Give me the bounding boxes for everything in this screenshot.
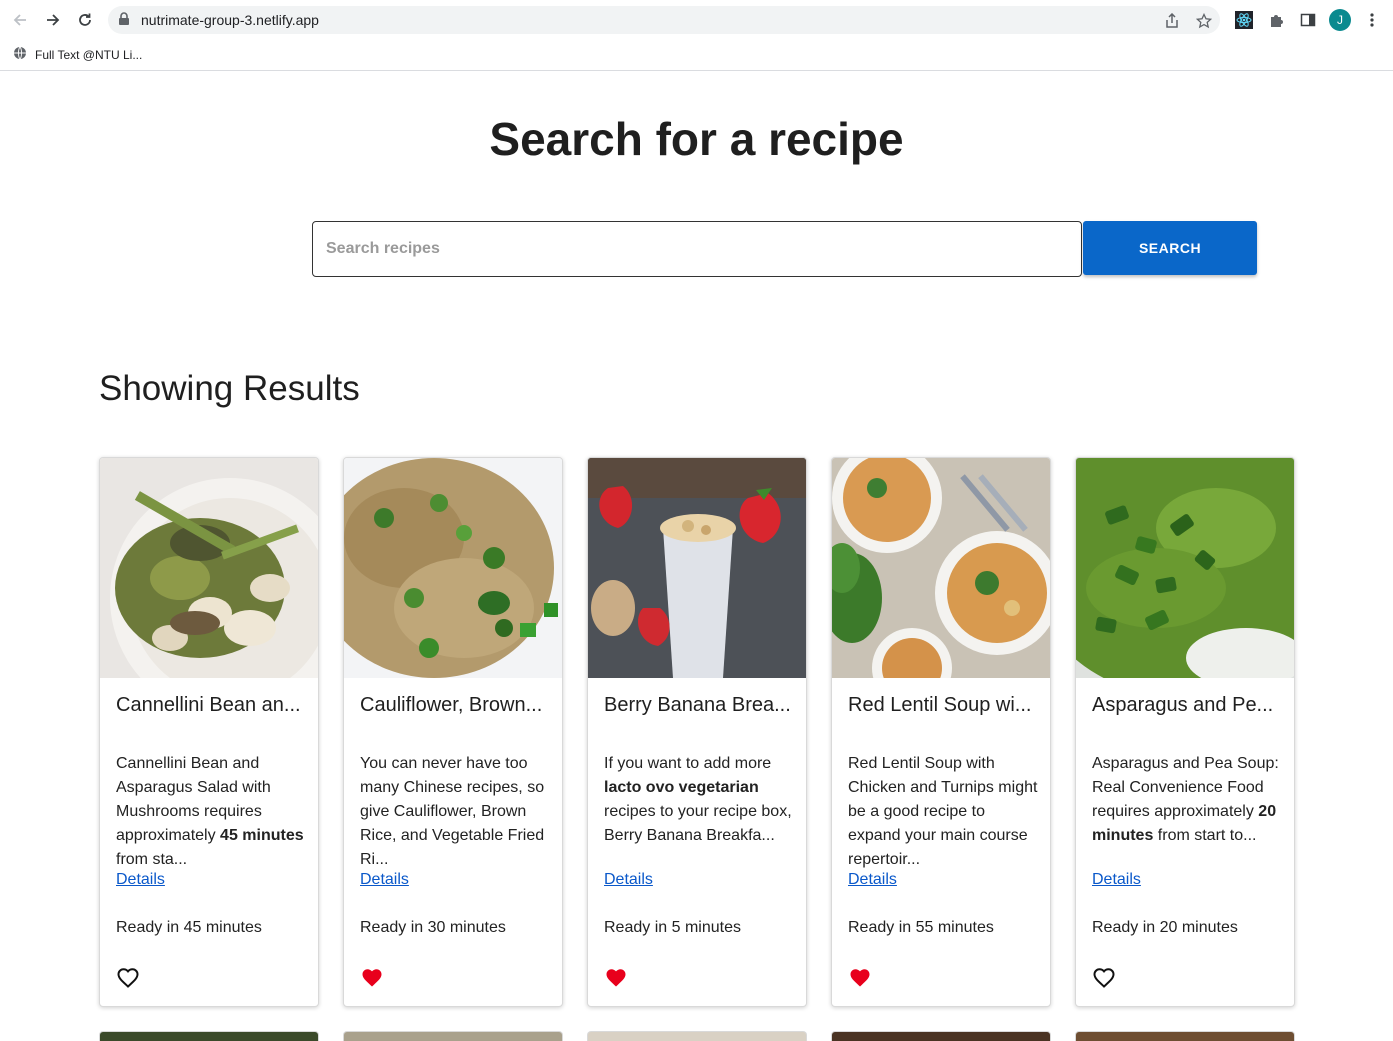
- recipe-card: Cannellini Bean an... Cannellini Bean and…: [99, 457, 319, 1007]
- recipe-image: [832, 458, 1050, 678]
- details-link[interactable]: Details: [360, 871, 409, 889]
- details-link[interactable]: Details: [604, 871, 653, 889]
- description-text: If you want to add more: [604, 755, 772, 772]
- ready-time: Ready in 45 minutes: [116, 919, 262, 936]
- reload-icon[interactable]: [73, 8, 97, 32]
- browser-toolbar: nutrimate-group-3.netlify.app J Full Tex…: [0, 0, 1393, 71]
- recipe-title: Asparagus and Pe...: [1092, 694, 1274, 716]
- recipe-image: [100, 458, 318, 678]
- ready-time: Ready in 20 minutes: [1092, 919, 1238, 936]
- description-text: recipes to your recipe box, Berry Banana…: [604, 803, 792, 844]
- recipe-card: Asparagus and Pe... Asparagus and Pea Sou…: [1075, 457, 1295, 1007]
- recipe-card: Berry Banana Brea... If you want to add m…: [587, 457, 807, 1007]
- search-input[interactable]: [312, 221, 1082, 277]
- lock-icon: [118, 12, 130, 31]
- recipe-description: Red Lentil Soup with Chicken and Turnips…: [848, 752, 1040, 872]
- side-panel-icon[interactable]: [1297, 9, 1319, 31]
- heart-filled-icon[interactable]: [605, 967, 627, 989]
- description-text: You can never have too many Chinese reci…: [360, 755, 545, 868]
- recipe-description: Cannellini Bean and Asparagus Salad with…: [116, 752, 308, 872]
- description-text: Asparagus and Pea Soup: Real Convenience…: [1092, 755, 1279, 820]
- address-bar[interactable]: nutrimate-group-3.netlify.app: [108, 6, 1220, 34]
- recipe-card: Red Lentil Soup wi... Red Lentil Soup wit…: [831, 457, 1051, 1007]
- react-devtools-icon[interactable]: [1233, 9, 1255, 31]
- recipe-description: You can never have too many Chinese reci…: [360, 752, 552, 872]
- extensions-puzzle-icon[interactable]: [1265, 9, 1287, 31]
- bookmark-star-icon[interactable]: [1194, 11, 1214, 31]
- recipe-image: [1076, 458, 1294, 678]
- recipe-title: Cannellini Bean an...: [116, 694, 301, 716]
- profile-avatar[interactable]: J: [1329, 9, 1351, 31]
- recipe-image: [588, 458, 806, 678]
- next-row-cards: [99, 1031, 1295, 1041]
- recipe-image: [344, 458, 562, 678]
- description-text: from start to...: [1153, 827, 1257, 844]
- menu-dots-icon[interactable]: [1362, 9, 1382, 31]
- description-text: Red Lentil Soup with Chicken and Turnips…: [848, 755, 1038, 868]
- details-link[interactable]: Details: [848, 871, 897, 889]
- url-text: nutrimate-group-3.netlify.app: [141, 12, 319, 28]
- search-button[interactable]: SEARCH: [1083, 221, 1257, 275]
- description-highlight: lacto ovo vegetarian: [604, 779, 759, 796]
- heart-outline-icon[interactable]: [1093, 967, 1115, 989]
- description-text: from sta...: [116, 851, 188, 868]
- recipe-card: Cauliflower, Brown... You can never have …: [343, 457, 563, 1007]
- recipe-description: Asparagus and Pea Soup: Real Convenience…: [1092, 752, 1284, 848]
- recipe-card-list: Cannellini Bean an... Cannellini Bean and…: [99, 457, 1295, 1007]
- recipe-title: Cauliflower, Brown...: [360, 694, 543, 716]
- globe-icon: [13, 46, 27, 63]
- recipe-description: If you want to add more lacto ovo vegeta…: [604, 752, 796, 848]
- page-title: Search for a recipe: [489, 113, 904, 165]
- heart-outline-icon[interactable]: [117, 967, 139, 989]
- bookmark-label: Full Text @NTU Li...: [35, 47, 143, 62]
- details-link[interactable]: Details: [116, 871, 165, 889]
- recipe-title: Berry Banana Brea...: [604, 694, 791, 716]
- details-link[interactable]: Details: [1092, 871, 1141, 889]
- results-heading: Showing Results: [99, 369, 360, 408]
- forward-icon[interactable]: [41, 8, 65, 32]
- share-icon[interactable]: [1162, 11, 1182, 31]
- ready-time: Ready in 30 minutes: [360, 919, 506, 936]
- ready-time: Ready in 5 minutes: [604, 919, 741, 936]
- description-highlight: 45 minutes: [220, 827, 304, 844]
- heart-filled-icon[interactable]: [849, 967, 871, 989]
- heart-filled-icon[interactable]: [361, 967, 383, 989]
- back-icon[interactable]: [8, 8, 32, 32]
- recipe-title: Red Lentil Soup wi...: [848, 694, 1032, 716]
- ready-time: Ready in 55 minutes: [848, 919, 994, 936]
- bookmark-item[interactable]: Full Text @NTU Li...: [13, 46, 142, 63]
